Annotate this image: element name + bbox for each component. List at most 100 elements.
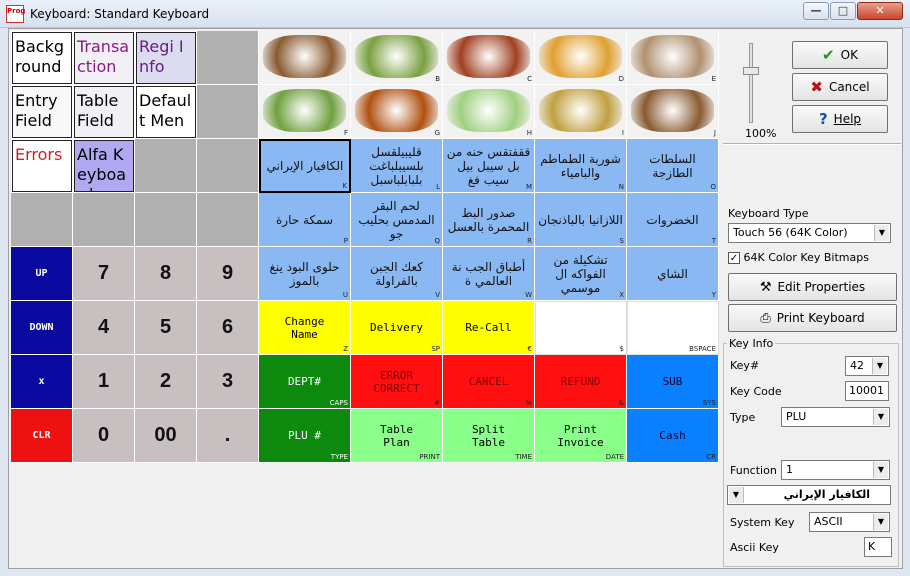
key-x-mult[interactable]: x xyxy=(11,355,73,409)
ok-button[interactable]: ✔ OK xyxy=(792,41,888,69)
help-button[interactable]: ? Help xyxy=(792,105,888,133)
zoom-slider[interactable]: 100% xyxy=(725,37,776,140)
print-keyboard-button[interactable]: ⎙ Print Keyboard xyxy=(728,304,897,332)
key-error-correct[interactable]: ERROR CORRECT # xyxy=(351,355,443,409)
key-default-menu[interactable]: Default Menu xyxy=(136,86,196,138)
key-y[interactable]: الشاي Y xyxy=(627,247,719,301)
key-p[interactable]: سمكة حارة P xyxy=(259,193,351,247)
color-bitmaps-checkbox[interactable]: ✓ 64K Color Key Bitmaps xyxy=(728,251,869,264)
key-8[interactable]: 8 xyxy=(135,247,197,301)
key-o[interactable]: السلطات الطازجة O xyxy=(627,139,719,193)
key-m[interactable]: ققفتقس حنه من بل سيبل بيل سيب فغ M xyxy=(443,139,535,193)
key-delivery[interactable]: Delivery SP xyxy=(351,301,443,355)
key-table-field[interactable]: Table Field xyxy=(74,86,134,138)
system-key-select[interactable]: ASCII ▼ xyxy=(809,512,890,532)
key-refund[interactable]: REFUND & xyxy=(535,355,627,409)
key-w[interactable]: أطباق الجب نة العالمي ة W xyxy=(443,247,535,301)
key-00[interactable]: 00 xyxy=(135,409,197,463)
keyboard-type-select[interactable]: Touch 56 (64K Color) ▼ xyxy=(728,223,891,243)
key-6[interactable]: 6 xyxy=(197,301,259,355)
key-table-plan[interactable]: Table Plan PRINT xyxy=(351,409,443,463)
key-up[interactable]: UP xyxy=(11,247,73,301)
key-9[interactable]: 9 xyxy=(197,247,259,301)
type-select[interactable]: PLU ▼ xyxy=(781,407,890,427)
key-blank-1[interactable] xyxy=(197,31,259,85)
minimize-button[interactable]: — xyxy=(803,2,829,20)
key-background[interactable]: Background xyxy=(12,32,72,84)
key-dot[interactable]: . xyxy=(197,409,259,463)
key-info-group: Key Info Key# 42 ▼ Key Code 10001 Type P… xyxy=(723,337,899,567)
key-shortcut: U xyxy=(342,291,348,299)
key-img-g[interactable]: G xyxy=(351,85,443,139)
key-shortcut: V xyxy=(435,291,440,299)
key-cash[interactable]: Cash CR xyxy=(627,409,719,463)
cancel-label: Cancel xyxy=(828,80,870,94)
key-blank-2[interactable] xyxy=(197,85,259,139)
key-entry-field[interactable]: Entry Field xyxy=(12,86,72,138)
function-name-select[interactable]: الكافيار الإيراني ▼ xyxy=(727,485,891,505)
key-code-input[interactable]: 10001 xyxy=(845,381,889,401)
key-print-invoice[interactable]: Print Invoice DATE xyxy=(535,409,627,463)
key-img-d[interactable]: D xyxy=(535,31,627,85)
key-alfa-keyboard[interactable]: Alfa Keyboard xyxy=(74,140,134,192)
key-v[interactable]: كعك الجبن بالفراولة V xyxy=(351,247,443,301)
key-blank-4[interactable] xyxy=(197,139,259,193)
key-num-select[interactable]: 42 ▼ xyxy=(845,356,889,376)
cancel-button[interactable]: ✖ Cancel xyxy=(792,73,888,101)
key-change-name[interactable]: Change Name Z xyxy=(259,301,351,355)
key-l[interactable]: قليبيلقسل بلسيبلباغت بلبابلباسبل L xyxy=(351,139,443,193)
key-img-f[interactable]: F xyxy=(259,85,351,139)
key-img-i[interactable]: I xyxy=(535,85,627,139)
maximize-button[interactable]: □ xyxy=(830,2,856,20)
tools-icon: ⚒ xyxy=(759,279,772,295)
key-bspace[interactable]: BSPACE xyxy=(627,301,719,355)
function-select[interactable]: 1 ▼ xyxy=(781,460,890,480)
key-t[interactable]: الخضروات T xyxy=(627,193,719,247)
key-clr[interactable]: CLR xyxy=(11,409,73,463)
chevron-down-icon: ▼ xyxy=(873,409,888,425)
key-img-j[interactable]: J xyxy=(627,85,719,139)
key-x[interactable]: تشكيلة من الفواكه ال موسمي X xyxy=(535,247,627,301)
key-blank-6[interactable] xyxy=(73,193,135,247)
key-recall[interactable]: Re-Call € xyxy=(443,301,535,355)
slider-thumb[interactable] xyxy=(743,67,759,75)
key-errors[interactable]: Errors xyxy=(12,140,72,192)
key-blank-8[interactable] xyxy=(197,193,259,247)
key-q[interactable]: لحم البقر المدمس بحليب جو Q xyxy=(351,193,443,247)
key-blank-3[interactable] xyxy=(135,139,197,193)
key-plu[interactable]: PLU # TYPE xyxy=(259,409,351,463)
key-3[interactable]: 3 xyxy=(197,355,259,409)
key-dept[interactable]: DEPT# CAPS xyxy=(259,355,351,409)
key-7[interactable]: 7 xyxy=(73,247,135,301)
app-icon: Prog xyxy=(6,5,25,23)
key-0[interactable]: 0 xyxy=(73,409,135,463)
key-split-table[interactable]: Split Table TIME xyxy=(443,409,535,463)
key-regi-info[interactable]: Regi Info xyxy=(136,32,196,84)
key-blank-7[interactable] xyxy=(135,193,197,247)
key-s[interactable]: اللازانيا بالباذنجان S xyxy=(535,193,627,247)
key-dollar[interactable]: $ xyxy=(535,301,627,355)
key-down[interactable]: DOWN xyxy=(11,301,73,355)
key-img-c[interactable]: C xyxy=(443,31,535,85)
key-img-h[interactable]: H xyxy=(443,85,535,139)
key-cancel[interactable]: CANCEL% xyxy=(443,355,535,409)
close-button[interactable]: ✕ xyxy=(857,2,903,20)
key-label: Default Menu xyxy=(139,91,192,137)
key-n[interactable]: شوربة الطماطم والبامياء N xyxy=(535,139,627,193)
key-4[interactable]: 4 xyxy=(73,301,135,355)
key-transaction[interactable]: Transaction xyxy=(74,32,134,84)
ascii-key-input[interactable]: K xyxy=(864,537,892,557)
key-img-e[interactable]: E xyxy=(627,31,719,85)
key-1[interactable]: 1 xyxy=(73,355,135,409)
key-img-a[interactable] xyxy=(259,31,351,85)
key-u[interactable]: حلوى البود ينغ بالموز U xyxy=(259,247,351,301)
key-img-b[interactable]: B xyxy=(351,31,443,85)
key-k[interactable]: الكافيار الإيراني K xyxy=(259,139,351,193)
key-2[interactable]: 2 xyxy=(135,355,197,409)
key-blank-5[interactable] xyxy=(11,193,73,247)
key-sub[interactable]: SUB SYS xyxy=(627,355,719,409)
key-shortcut: CR xyxy=(706,453,716,461)
key-r[interactable]: صدور البط المحمرة بالعسل R xyxy=(443,193,535,247)
key-5[interactable]: 5 xyxy=(135,301,197,355)
edit-properties-button[interactable]: ⚒ Edit Properties xyxy=(728,273,897,301)
